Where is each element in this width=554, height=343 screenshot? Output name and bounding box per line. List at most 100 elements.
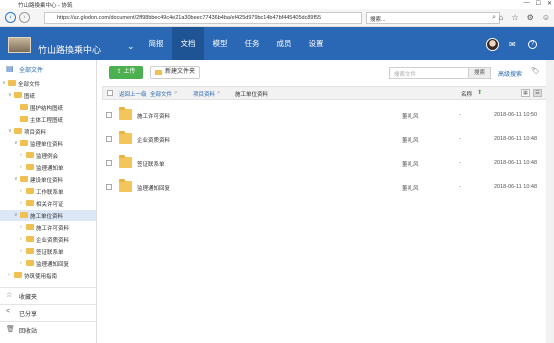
sort-label[interactable]: 名称 [461,90,472,98]
menu-item-members[interactable]: 成员 [268,27,300,60]
menu-item-documents[interactable]: 文档 [172,27,204,60]
home-icon[interactable]: ⌂ [499,13,504,22]
tree-item[interactable]: 主体工程图纸 [0,114,96,125]
sidebar-item-shared[interactable]: < 已分享 [0,304,97,319]
tree-item[interactable]: ∨ 图纸 [0,90,96,101]
chevron-right-icon[interactable]: › [20,164,25,170]
settings-icon[interactable]: ⚙ [527,13,534,22]
message-icon[interactable]: ✉ [509,40,516,49]
list-view-icon[interactable]: ☰ [533,89,542,97]
page-scrollbar[interactable] [546,60,554,343]
chevron-right-icon[interactable]: › [20,200,25,206]
chevron-right-icon[interactable]: › [20,260,25,266]
menu-item-tasks[interactable]: 任务 [236,27,268,60]
search-icon[interactable]: ⌕ [492,14,496,22]
chevron-down-icon[interactable]: ∨ [14,140,19,146]
tree-item[interactable]: › 相关许可证 [0,198,96,209]
tree-item-label: 协筑使用指南 [24,274,58,280]
folder-icon [20,212,28,218]
chevron-down-icon[interactable]: ∨ [8,128,13,134]
tag-icon[interactable]: 🏷 [531,67,540,75]
sort-ascending-icon[interactable]: ⬆ [477,89,482,96]
sidebar-all-files[interactable]: ▤ 全部文件 [0,60,97,78]
forward-icon[interactable]: › [19,12,30,23]
folder-icon [8,80,16,86]
chevron-right-icon[interactable]: › [20,188,25,194]
tree-item[interactable]: › 监理通知单 [0,162,96,173]
tree-item-label: 监理通知单 [36,166,64,172]
select-all-checkbox[interactable] [107,90,113,96]
file-name[interactable]: 签证联系单 [137,160,165,168]
file-row[interactable]: 企业资质资料 董礼风 - 2018-06-11 10:48 [102,128,548,152]
new-folder-label: 新建文件夹 [165,69,196,75]
tree-item[interactable]: › 监理通知回复 [0,258,96,269]
chevron-right-icon[interactable]: › [20,236,25,242]
tree-item[interactable]: ∨ 建设单位资料 [0,174,96,185]
grid-view-icon[interactable]: ▦ [521,89,530,97]
file-row[interactable]: 施工许可资料 董礼风 - 2018-06-11 10:50 [102,104,548,128]
tree-item[interactable]: ∨ 监理单位资料 [0,138,96,149]
tree-item-label: 围护结构图纸 [30,106,64,112]
tree-item-label: 监理通知回复 [36,262,70,268]
new-folder-button[interactable]: 新建文件夹 [150,66,200,79]
file-name[interactable]: 监理通知回复 [137,184,170,192]
star-icon[interactable]: ☆ [511,13,518,22]
project-title[interactable]: 竹山路換乘中心 [38,43,101,56]
row-checkbox[interactable] [106,112,112,118]
tree-item[interactable]: › 监理例会 [0,150,96,161]
breadcrumb-item-all-files[interactable]: 全部文件 [150,90,172,98]
tree-item[interactable]: › 工作联系单 [0,186,96,197]
file-row[interactable]: 监理通知回复 董礼风 - 2018-06-11 10:48 [102,176,548,200]
menu-item-briefing[interactable]: 简报 [140,27,172,60]
tree-item-label: 主体工程图纸 [30,118,64,124]
sidebar-item-trash[interactable]: 🗑 回收站 [0,321,97,336]
row-checkbox[interactable] [106,160,112,166]
file-search-input[interactable]: 搜索文件 搜索 [389,67,491,79]
file-row[interactable]: 签证联系单 董礼风 - 2018-06-11 10:48 [102,152,548,176]
chevron-right-icon[interactable]: › [8,272,13,278]
file-name[interactable]: 施工许可资料 [137,112,170,120]
chevron-down-icon[interactable]: ∨ [14,176,19,182]
tree-item[interactable]: › 企业资质资料 [0,234,96,245]
tree-item[interactable]: 围护结构图纸 [0,102,96,113]
chevron-down-icon[interactable]: ∨ [8,92,13,98]
tree-item[interactable]: › 签证联系单 [0,246,96,257]
file-name[interactable]: 企业资质资料 [137,136,170,144]
chevron-down-icon[interactable]: ∨ [14,212,19,218]
help-icon[interactable]: ? [528,40,537,49]
breadcrumb-item-project[interactable]: 项目资料 [193,90,215,98]
tree-item[interactable]: ∨ 全部文件 [0,78,96,89]
chevron-right-icon[interactable]: › [20,224,25,230]
chevron-down-icon[interactable]: ⌄ [127,41,135,52]
browser-search-input[interactable]: 搜索... ⌕ [366,12,500,24]
smile-icon[interactable]: ☺ [542,13,550,22]
maximize-icon[interactable]: ☐ [536,0,541,7]
browser-toolbar-icons: ⌂ ☆ ⚙ ☺ [499,13,550,22]
close-icon[interactable]: ✕ [547,0,552,7]
back-icon[interactable]: ‹ [5,12,16,23]
folder-icon [26,152,34,158]
file-owner: 董礼风 [402,162,419,168]
tree-item[interactable]: ∨ 项目资料 [0,126,96,137]
chevron-right-icon[interactable]: › [20,152,25,158]
tree-item[interactable]: › 施工许可资料 [0,222,96,233]
chevron-right-icon[interactable]: › [20,248,25,254]
minimize-icon[interactable]: — [524,0,530,7]
avatar[interactable] [486,38,499,51]
row-checkbox[interactable] [106,184,112,190]
upload-button[interactable]: ⇪ 上传 [109,66,143,79]
search-button[interactable]: 搜索 [468,68,490,78]
url-input[interactable]: https://sz.glodon.com/document/2ff98bbec… [44,12,362,24]
row-checkbox[interactable] [106,136,112,142]
tree-item[interactable]: ∨ 施工单位资料 [0,210,96,221]
menu-item-settings[interactable]: 设置 [300,27,332,60]
tree-item-label: 施工单位资料 [30,214,64,220]
chevron-down-icon[interactable]: ∨ [2,80,7,86]
menu-item-models[interactable]: 模型 [204,27,236,60]
tree-item-label: 签证联系单 [36,250,64,256]
advanced-search-link[interactable]: 高级搜索 [498,69,522,78]
file-date: 2018-06-11 10:48 [494,160,538,166]
tree-item[interactable]: › 协筑使用指南 [0,270,96,281]
file-search-placeholder: 搜索文件 [394,72,417,78]
sidebar-item-favorites[interactable]: ☆ 收藏夹 [0,287,97,302]
